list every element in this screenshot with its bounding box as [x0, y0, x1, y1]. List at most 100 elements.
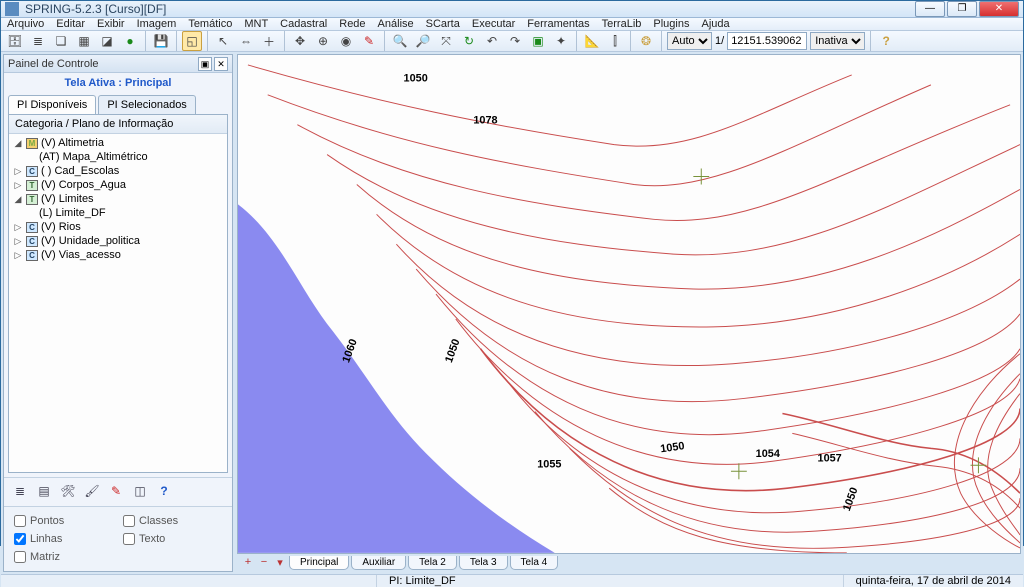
tree-node-label: (V) Altimetria: [41, 137, 104, 149]
tool-list-icon[interactable]: ≣: [12, 484, 28, 500]
minimize-button[interactable]: —: [915, 1, 945, 17]
scale-input[interactable]: [727, 32, 807, 50]
chart-icon[interactable]: ⫿: [605, 31, 625, 51]
tree-node[interactable]: ▷C( ) Cad_Escolas: [11, 164, 225, 178]
menu-imagem[interactable]: Imagem: [137, 18, 177, 30]
zoom-full-icon[interactable]: ⤧: [436, 31, 456, 51]
canvas-tab-tela 2[interactable]: Tela 2: [408, 556, 457, 570]
panel-close-button[interactable]: ✕: [214, 57, 228, 71]
move-icon[interactable]: ✥: [290, 31, 310, 51]
canvas-tab-tela 3[interactable]: Tela 3: [459, 556, 508, 570]
canvas-tabs: + − ▾ PrincipalAuxiliarTela 2Tela 3Tela …: [237, 554, 1021, 572]
tree-node[interactable]: ▷C(V) Vias_acesso: [11, 248, 225, 262]
scale-mode-select[interactable]: Auto: [667, 32, 712, 50]
tree-node-label: (V) Unidade_politica: [41, 235, 140, 247]
tree-node-label: (AT) Mapa_Altimétrico: [39, 151, 148, 163]
status-pi: PI: Limite_DF: [376, 575, 468, 587]
bounds-icon[interactable]: ▣: [528, 31, 548, 51]
tree-node[interactable]: ▷T(V) Corpos_Agua: [11, 178, 225, 192]
region-icon[interactable]: ◱: [182, 31, 202, 51]
add-icon[interactable]: ＋: [259, 31, 279, 51]
tree-node[interactable]: ▷C(V) Rios: [11, 220, 225, 234]
contour-label: 1060: [340, 337, 360, 364]
map-canvas[interactable]: 105010781060105010551050105410571050: [237, 54, 1021, 554]
contour-label: 1054: [756, 448, 780, 460]
status-date: quinta-feira, 17 de abril de 2014: [843, 575, 1023, 587]
check-pontos[interactable]: Pontos: [14, 515, 113, 527]
pointer-icon[interactable]: ↖: [213, 31, 233, 51]
maximize-button[interactable]: ❐: [947, 1, 977, 17]
redo-icon[interactable]: ↷: [505, 31, 525, 51]
canvas-tab-auxiliar[interactable]: Auxiliar: [351, 556, 406, 570]
pan-icon[interactable]: ⇔: [236, 31, 256, 51]
edit-icon[interactable]: ✎: [359, 31, 379, 51]
panel-undock-button[interactable]: ▣: [198, 57, 212, 71]
info-icon[interactable]: ◉: [336, 31, 356, 51]
tool-paint-icon[interactable]: 🖌: [84, 484, 100, 500]
canvas-tab-principal[interactable]: Principal: [289, 556, 349, 570]
layers-icon[interactable]: ≣: [28, 31, 48, 51]
contour-label: 1057: [818, 453, 842, 465]
check-classes[interactable]: Classes: [123, 515, 222, 527]
db-icon[interactable]: 🗄: [5, 31, 25, 51]
tree-node[interactable]: ▷C(V) Unidade_politica: [11, 234, 225, 248]
check-texto[interactable]: Texto: [123, 533, 222, 545]
menu-arquivo[interactable]: Arquivo: [7, 18, 44, 30]
toolbar: 🗄 ≣ ❏ ▦ ◪ ● 💾 ◱ ↖ ⇔ ＋ ✥ ⊕ ◉ ✎ 🔍 🔎 ⤧ ↻ ↶ …: [1, 31, 1023, 52]
zoom-in-icon[interactable]: 🔍: [390, 31, 410, 51]
wand-icon[interactable]: ✦: [551, 31, 571, 51]
help-icon[interactable]: ?: [876, 31, 896, 51]
tab-pi-disponiveis[interactable]: PI Disponíveis: [8, 95, 96, 114]
tab-menu-button[interactable]: ▾: [273, 556, 287, 570]
save-icon[interactable]: 💾: [151, 31, 171, 51]
titlebar: SPRING-5.2.3 [Curso][DF] — ❐ ✕: [1, 1, 1023, 18]
tree-node[interactable]: ◢T(V) Limites: [11, 192, 225, 206]
tree-node[interactable]: ◢M(V) Altimetria: [11, 136, 225, 150]
menu-executar[interactable]: Executar: [472, 18, 515, 30]
tool-help-icon[interactable]: ?: [156, 484, 172, 500]
check-matriz[interactable]: Matriz: [14, 551, 113, 563]
contour-label: 1050: [841, 486, 861, 513]
tree-node[interactable]: (AT) Mapa_Altimétrico: [11, 150, 225, 164]
tab-add-button[interactable]: +: [241, 556, 255, 570]
layer-tree[interactable]: ◢M(V) Altimetria(AT) Mapa_Altimétrico▷C(…: [9, 134, 227, 472]
menu-mnt[interactable]: MNT: [244, 18, 268, 30]
target-icon[interactable]: ⊕: [313, 31, 333, 51]
grid-icon[interactable]: ▦: [74, 31, 94, 51]
menu-análise[interactable]: Análise: [378, 18, 414, 30]
close-button[interactable]: ✕: [979, 1, 1019, 17]
check-linhas[interactable]: Linhas: [14, 533, 113, 545]
tree-node[interactable]: (L) Limite_DF: [11, 206, 225, 220]
menu-editar[interactable]: Editar: [56, 18, 85, 30]
status-mode-select[interactable]: Inativa: [810, 32, 865, 50]
tool-columns-icon[interactable]: ◫: [132, 484, 148, 500]
menu-plugins[interactable]: Plugins: [653, 18, 689, 30]
tab-remove-button[interactable]: −: [257, 556, 271, 570]
tool-pencil-icon[interactable]: ✎: [108, 484, 124, 500]
active-screen-label: Tela Ativa : Principal: [4, 73, 232, 93]
tool-wrench-icon[interactable]: 🛠: [60, 484, 76, 500]
menu-temático[interactable]: Temático: [188, 18, 232, 30]
undo-icon[interactable]: ↶: [482, 31, 502, 51]
refresh-icon[interactable]: ↻: [459, 31, 479, 51]
eraser-icon[interactable]: ◪: [97, 31, 117, 51]
tree-node-label: (V) Corpos_Agua: [41, 179, 126, 191]
stack-icon[interactable]: ❏: [51, 31, 71, 51]
menu-ferramentas[interactable]: Ferramentas: [527, 18, 589, 30]
contour-label: 1050: [443, 337, 463, 364]
menu-scarta[interactable]: SCarta: [426, 18, 460, 30]
menu-terralib[interactable]: TerraLib: [602, 18, 642, 30]
canvas-tab-tela 4[interactable]: Tela 4: [510, 556, 559, 570]
globe-icon[interactable]: ❂: [636, 31, 656, 51]
circle-icon[interactable]: ●: [120, 31, 140, 51]
measure-icon[interactable]: 📐: [582, 31, 602, 51]
tab-pi-selecionados[interactable]: PI Selecionados: [98, 95, 196, 114]
menu-ajuda[interactable]: Ajuda: [701, 18, 729, 30]
tool-table-icon[interactable]: ▤: [36, 484, 52, 500]
menubar: Arquivo Editar Exibir Imagem Temático MNT Cada…: [1, 18, 1023, 31]
zoom-out-icon[interactable]: 🔎: [413, 31, 433, 51]
menu-cadastral[interactable]: Cadastral: [280, 18, 327, 30]
menu-rede[interactable]: Rede: [339, 18, 365, 30]
menu-exibir[interactable]: Exibir: [97, 18, 125, 30]
window-title: SPRING-5.2.3 [Curso][DF]: [25, 2, 915, 16]
